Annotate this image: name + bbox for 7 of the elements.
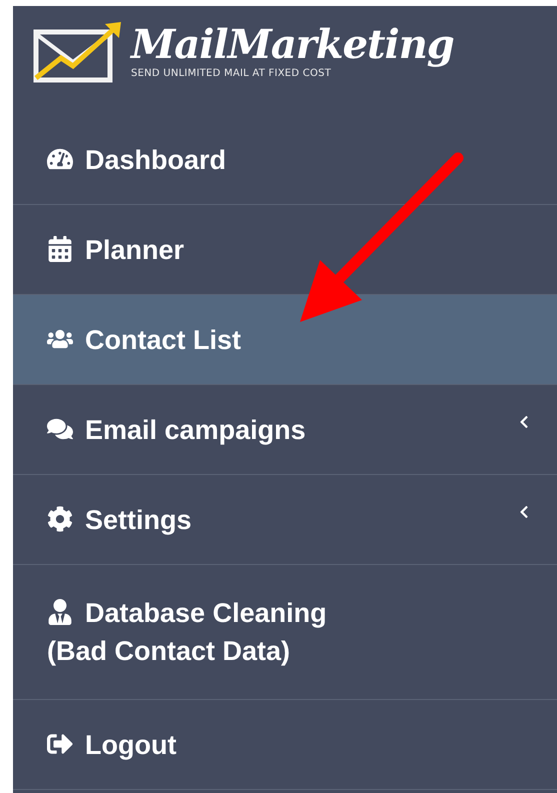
calendar-icon: [47, 236, 73, 262]
envelope-chart-icon: [33, 20, 123, 84]
person-icon: [47, 599, 73, 625]
settings-icon: [47, 506, 73, 532]
logo-title: MailMarketing: [131, 24, 454, 64]
sidebar-item[interactable]: Contact List: [13, 295, 557, 385]
logo-tagline: SEND UNLIMITED MAIL AT FIXED COST: [131, 68, 332, 78]
